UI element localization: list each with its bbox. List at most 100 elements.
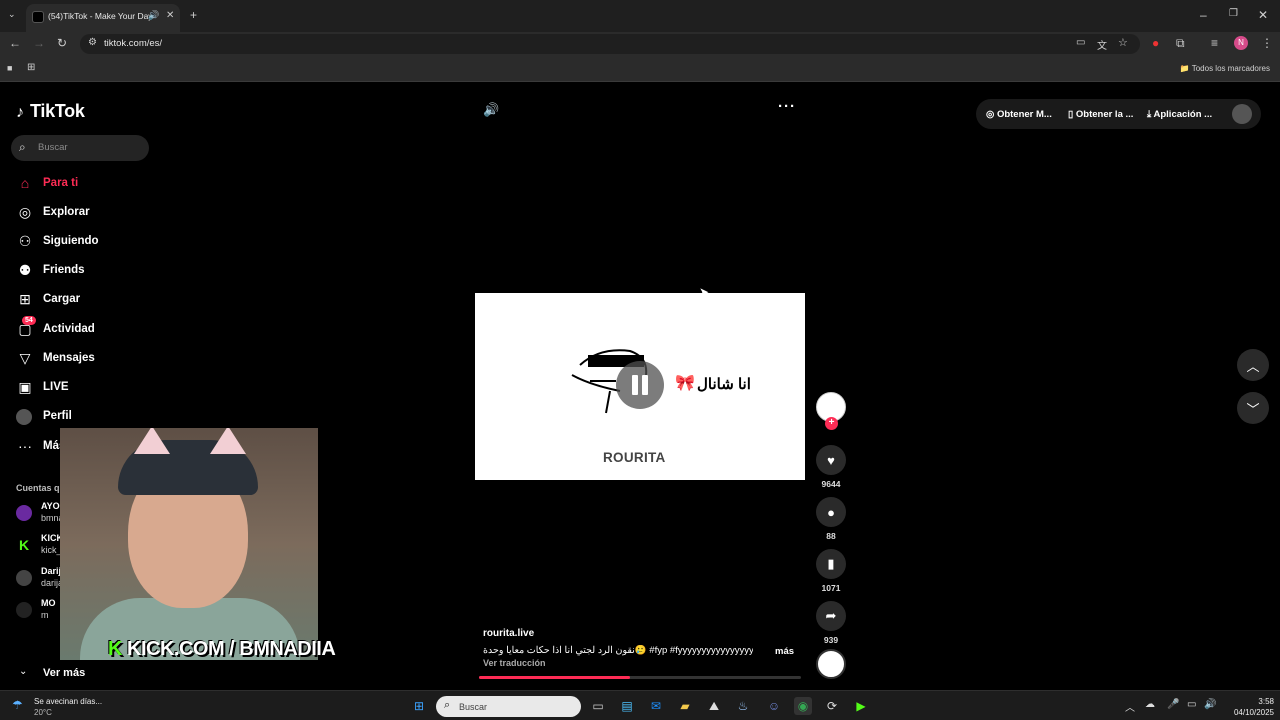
caption-more-button[interactable]: más — [775, 646, 794, 657]
profile-icon — [16, 409, 32, 425]
download-app-label: Aplicación ... — [1153, 109, 1213, 120]
user-avatar[interactable] — [1232, 104, 1252, 124]
kick-logo: K — [108, 638, 122, 660]
save-button[interactable]: ▮ 1071 — [816, 549, 846, 593]
activity-badge: 54 — [22, 316, 36, 325]
extension-red-icon[interactable]: ● — [1152, 36, 1159, 50]
bookmarks-bar: ■ ⊞ 📁 Todos los marcadores — [0, 56, 1280, 82]
extensions-icon[interactable]: ⧉ — [1176, 36, 1185, 51]
back-icon[interactable]: ← — [9, 36, 21, 50]
tab-close-icon[interactable]: ✕ — [166, 10, 174, 21]
all-bookmarks-label: Todos los marcadores — [1191, 64, 1270, 73]
tab-title: (54)TikTok - Make Your Day — [48, 11, 152, 21]
address-bar-row: ← → ↻ ⚙ tiktok.com/es/ ▭ 文 ☆ ● ⧉ ≡ N ⋮ — [0, 32, 1280, 56]
new-tab-icon[interactable]: + — [190, 8, 197, 22]
task-view-icon[interactable]: ▭ — [589, 697, 607, 715]
tray-expand-icon[interactable]: ︿ — [1125, 699, 1135, 714]
weather-widget[interactable]: ☂ Se avecinan días... 20°C — [12, 695, 122, 717]
chevron-down-icon: ⌄ — [19, 666, 28, 677]
file-explorer-icon[interactable]: ▰ — [676, 697, 694, 715]
get-coins-button[interactable]: ◎ Obtener M... — [986, 109, 1052, 120]
home-icon: ⌂ — [20, 175, 30, 191]
forward-icon[interactable]: → — [33, 36, 45, 50]
kick-studio-icon[interactable]: ▶ — [852, 697, 870, 715]
like-button[interactable]: ♥ 9644 — [816, 445, 846, 489]
network-icon[interactable]: ▭ — [1187, 699, 1196, 710]
onedrive-icon[interactable]: ☁ — [1145, 699, 1155, 710]
video-username[interactable]: rourita.live — [483, 628, 534, 639]
nav-cargar[interactable]: ⊞ Cargar — [16, 289, 166, 311]
chrome-icon[interactable]: ◉ — [794, 697, 812, 715]
store-icon[interactable]: ▤ — [618, 697, 636, 715]
outlook-icon[interactable]: ✉ — [647, 697, 665, 715]
steam-icon[interactable]: ♨ — [734, 697, 752, 715]
window-close-icon[interactable]: ✕ — [1258, 8, 1268, 22]
upload-icon: ⊞ — [19, 291, 31, 307]
pause-button[interactable] — [616, 361, 664, 409]
meme-brand: ROURITA — [603, 450, 666, 465]
more-options-icon[interactable]: ··· — [778, 98, 796, 115]
video-caption: نقون الرد لجتي انا اذا حكات معايا وحدة🥲 … — [483, 645, 753, 656]
nav-mensajes[interactable]: ▽ Mensajes — [16, 348, 166, 370]
see-more-label: Ver más — [43, 667, 86, 679]
see-translation-button[interactable]: Ver traducción — [483, 658, 546, 668]
share-button[interactable]: ➦ 939 — [816, 601, 846, 645]
reload-icon[interactable]: ↻ — [57, 36, 67, 50]
taskbar-search-placeholder: Buscar — [459, 702, 488, 712]
video-progress-fill — [479, 676, 631, 679]
cat-ear-left — [134, 428, 170, 454]
mouse-cursor-icon: ➤ — [699, 285, 710, 299]
system-clock[interactable]: 3:58 04/10/2025 — [1222, 696, 1274, 718]
bookmark-page-icon[interactable]: ■ — [7, 63, 12, 73]
weather-text: Se avecinan días... — [34, 697, 103, 706]
browser-tab[interactable]: (54)TikTok - Make Your Day 🔊 ✕ — [26, 4, 180, 32]
photos-icon[interactable]: ⛰ — [705, 697, 723, 715]
address-bar[interactable]: ⚙ tiktok.com/es/ ▭ 文 ☆ — [80, 34, 1140, 54]
video-progress-bar[interactable] — [479, 676, 801, 679]
see-more-button[interactable]: ⌄ Ver más — [16, 666, 116, 682]
search-placeholder: Buscar — [38, 142, 68, 153]
search-input[interactable]: ⌕ Buscar — [11, 135, 149, 161]
music-disc-icon[interactable] — [816, 649, 846, 679]
account-avatar — [16, 505, 32, 521]
nav-friends[interactable]: ⚉ Friends — [16, 260, 166, 282]
volume-tray-icon[interactable]: 🔊 — [1204, 699, 1216, 710]
account-avatar — [16, 602, 32, 618]
get-app-button[interactable]: ▯ Obtener la ... — [1068, 109, 1133, 120]
cast-icon[interactable]: ▭ — [1076, 37, 1085, 48]
nav-para-ti[interactable]: ⌂ Para ti — [16, 173, 166, 195]
tab-audio-icon[interactable]: 🔊 — [148, 10, 159, 21]
previous-video-button[interactable]: ︿ — [1237, 349, 1269, 381]
tiktok-note-icon: ♪ — [16, 104, 24, 121]
nav-siguiendo[interactable]: ⚇ Siguiendo — [16, 231, 166, 253]
tiktok-logo[interactable]: ♪ TikTok — [16, 101, 85, 122]
video-player[interactable]: 🎀 انا شانال ROURITA — [475, 293, 805, 480]
nav-perfil[interactable]: Perfil — [16, 406, 166, 428]
next-video-button[interactable]: ﹀ — [1237, 392, 1269, 424]
translate-icon[interactable]: 文 — [1097, 37, 1107, 52]
nav-explorar[interactable]: ◎ Explorar — [16, 202, 166, 224]
bookmark-star-icon[interactable]: ☆ — [1118, 36, 1128, 49]
reading-list-icon[interactable]: ≡ — [1211, 36, 1218, 50]
microphone-icon[interactable]: 🎤 — [1167, 699, 1179, 710]
site-info-icon[interactable]: ⚙ — [88, 37, 97, 48]
nav-live[interactable]: ▣ LIVE — [16, 377, 166, 399]
download-app-button[interactable]: ⤓ Aplicación ... — [1147, 109, 1212, 120]
minimize-icon[interactable]: – — [1200, 8, 1207, 22]
comment-button[interactable]: ● 88 — [816, 497, 846, 541]
volume-icon[interactable]: 🔊 — [483, 102, 499, 118]
profile-avatar-icon[interactable]: N — [1234, 36, 1248, 50]
windows-start-icon[interactable]: ⊞ — [410, 697, 428, 715]
taskbar-search[interactable]: ⌕ Buscar — [436, 696, 581, 717]
apps-grid-icon[interactable]: ⊞ — [27, 62, 35, 73]
restore-icon[interactable]: ❐ — [1229, 8, 1238, 19]
follow-plus-icon[interactable]: + — [825, 417, 838, 430]
nav-actividad[interactable]: ▢ 54 Actividad — [16, 316, 166, 341]
discord-icon[interactable]: ☺ — [765, 697, 783, 715]
webcam-overlay — [60, 428, 318, 660]
nav-label: Para ti — [43, 177, 79, 189]
browser-menu-icon[interactable]: ⋮ — [1261, 36, 1273, 50]
app-icon[interactable]: ⟳ — [823, 697, 841, 715]
all-bookmarks[interactable]: 📁 Todos los marcadores — [1180, 64, 1270, 73]
tab-search-icon[interactable]: ⌄ — [8, 9, 16, 20]
